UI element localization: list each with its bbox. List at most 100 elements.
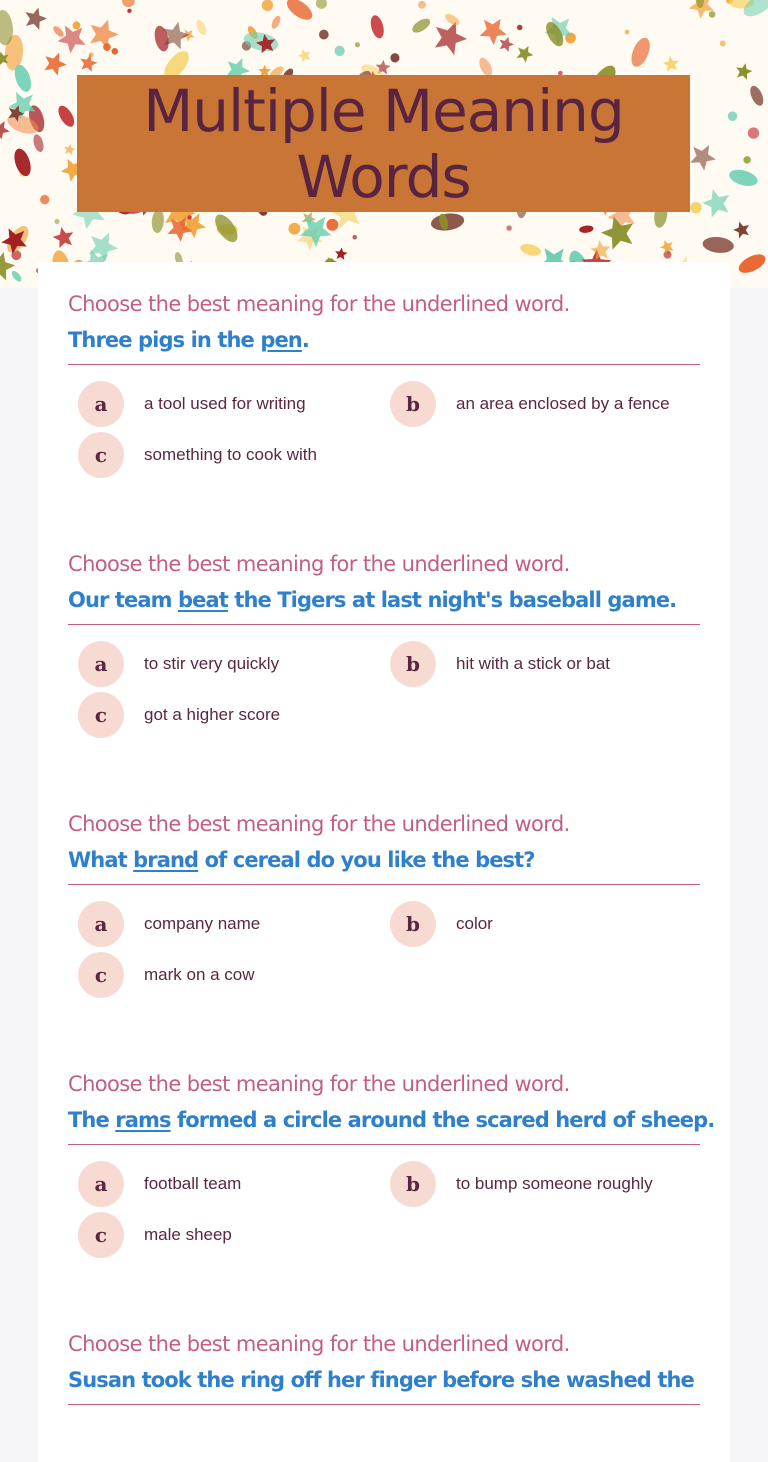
title-box: Multiple Meaning Words <box>77 75 690 212</box>
option-letter-badge[interactable]: a <box>78 381 124 427</box>
leaf-decoration <box>736 63 753 80</box>
option-letter-badge[interactable]: b <box>390 901 436 947</box>
option-b[interactable]: b to bump someone roughly <box>390 1161 653 1207</box>
option-letter-badge[interactable]: b <box>390 641 436 687</box>
option-text[interactable]: mark on a cow <box>144 965 255 985</box>
leaf-decoration <box>370 15 384 39</box>
option-text[interactable]: to bump someone roughly <box>456 1174 653 1194</box>
option-letter-badge[interactable]: a <box>78 901 124 947</box>
option-letter-badge[interactable]: c <box>78 432 124 478</box>
option-a[interactable]: a to stir very quickly <box>78 641 279 687</box>
question-instruction: Choose the best meaning for the underlin… <box>68 552 570 576</box>
leaf-decoration <box>727 111 738 121</box>
leaf-decoration <box>288 222 301 235</box>
underlined-word: beat <box>178 588 229 612</box>
option-c[interactable]: c got a higher score <box>78 692 280 738</box>
leaf-decoration <box>80 54 98 72</box>
option-a[interactable]: a football team <box>78 1161 241 1207</box>
leaf-decoration <box>326 218 339 231</box>
leaf-decoration <box>520 244 541 256</box>
option-a[interactable]: a a tool used for writing <box>78 381 306 427</box>
option-b[interactable]: b color <box>390 901 493 947</box>
leaf-decoration <box>127 8 132 14</box>
leaf-decoration <box>702 189 730 218</box>
leaf-decoration <box>631 37 650 67</box>
question-instruction: Choose the best meaning for the underlin… <box>68 812 570 836</box>
leaf-decoration <box>690 145 716 171</box>
sentence-text: . <box>301 328 310 352</box>
leaf-decoration <box>733 221 750 239</box>
leaf-decoration <box>445 13 460 26</box>
underlined-word: pen <box>260 328 302 352</box>
leaf-decoration <box>196 19 207 35</box>
option-b[interactable]: b hit with a stick or bat <box>390 641 610 687</box>
question-sentence: What brand of cereal do you like the bes… <box>68 846 700 885</box>
options-group: a company name b color c mark on a cow <box>68 891 700 1001</box>
leaf-decoration <box>352 234 357 240</box>
leaf-decoration <box>390 53 400 63</box>
leaf-decoration <box>14 148 31 177</box>
question-sentence: Three pigs in the pen. <box>68 326 700 365</box>
option-letter-badge[interactable]: a <box>78 641 124 687</box>
sentence-text: What <box>68 848 134 872</box>
option-b[interactable]: b an area enclosed by a fence <box>390 381 670 427</box>
option-text[interactable]: company name <box>144 914 260 934</box>
leaf-decoration <box>151 209 164 234</box>
option-c[interactable]: c mark on a cow <box>78 952 255 998</box>
sentence-text: Three pigs in the <box>68 328 261 352</box>
option-letter-badge[interactable]: c <box>78 692 124 738</box>
sentence-text: formed a circle around the scared herd o… <box>170 1108 715 1132</box>
header-banner: Multiple Meaning Words <box>0 0 768 288</box>
leaf-decoration <box>418 0 426 9</box>
question-instruction: Choose the best meaning for the underlin… <box>68 292 570 316</box>
option-c[interactable]: c something to cook with <box>78 432 317 478</box>
option-c[interactable]: c male sheep <box>78 1212 232 1258</box>
sentence-text: of cereal do you like the best? <box>198 848 536 872</box>
option-text[interactable]: male sheep <box>144 1225 232 1245</box>
worksheet-card: Choose the best meaning for the underlin… <box>38 262 730 1462</box>
question-3: Choose the best meaning for the underlin… <box>68 810 700 1001</box>
option-text[interactable]: got a higher score <box>144 705 280 725</box>
option-text[interactable]: something to cook with <box>144 445 317 465</box>
leaf-decoration <box>271 15 281 29</box>
question-1: Choose the best meaning for the underlin… <box>68 290 700 481</box>
question-sentence: Our team beat the Tigers at last night's… <box>68 586 700 625</box>
leaf-decoration <box>738 254 766 273</box>
leaf-decoration <box>690 201 702 214</box>
option-letter-badge[interactable]: b <box>390 381 436 427</box>
leaf-decoration <box>750 85 764 106</box>
option-text[interactable]: football team <box>144 1174 241 1194</box>
option-text[interactable]: to stir very quickly <box>144 654 279 674</box>
options-group: a football team b to bump someone roughly … <box>68 1151 700 1261</box>
option-text[interactable]: a tool used for writing <box>144 394 306 414</box>
leaf-decoration <box>286 0 313 20</box>
leaf-decoration <box>64 143 76 156</box>
option-letter-badge[interactable]: b <box>390 1161 436 1207</box>
option-text[interactable]: an area enclosed by a fence <box>456 394 670 414</box>
option-text[interactable]: hit with a stick or bat <box>456 654 610 674</box>
option-text[interactable]: color <box>456 914 493 934</box>
leaf-decoration <box>624 29 630 35</box>
leaf-decoration <box>729 169 758 186</box>
question-instruction: Choose the best meaning for the underlin… <box>68 1072 570 1096</box>
leaf-decoration <box>506 225 512 231</box>
option-a[interactable]: a company name <box>78 901 260 947</box>
leaf-decoration <box>58 105 75 127</box>
leaf-decoration <box>516 45 534 63</box>
option-letter-badge[interactable]: a <box>78 1161 124 1207</box>
option-letter-badge[interactable]: c <box>78 1212 124 1258</box>
question-2: Choose the best meaning for the underlin… <box>68 550 700 741</box>
leaf-decoration <box>708 11 716 18</box>
options-group: a to stir very quickly b hit with a stick … <box>68 631 700 741</box>
leaf-decoration <box>334 45 345 57</box>
leaf-decoration <box>111 48 119 55</box>
options-group: a a tool used for writing b an area enclos… <box>68 371 700 481</box>
leaf-decoration <box>39 194 50 205</box>
sentence-text: Susan took the ring off her finger befor… <box>68 1368 695 1392</box>
leaf-decoration <box>747 127 760 139</box>
leaf-decoration <box>719 40 726 47</box>
leaf-decoration <box>122 0 135 8</box>
leaf-decoration <box>516 24 523 31</box>
leaf-decoration <box>44 52 67 76</box>
option-letter-badge[interactable]: c <box>78 952 124 998</box>
